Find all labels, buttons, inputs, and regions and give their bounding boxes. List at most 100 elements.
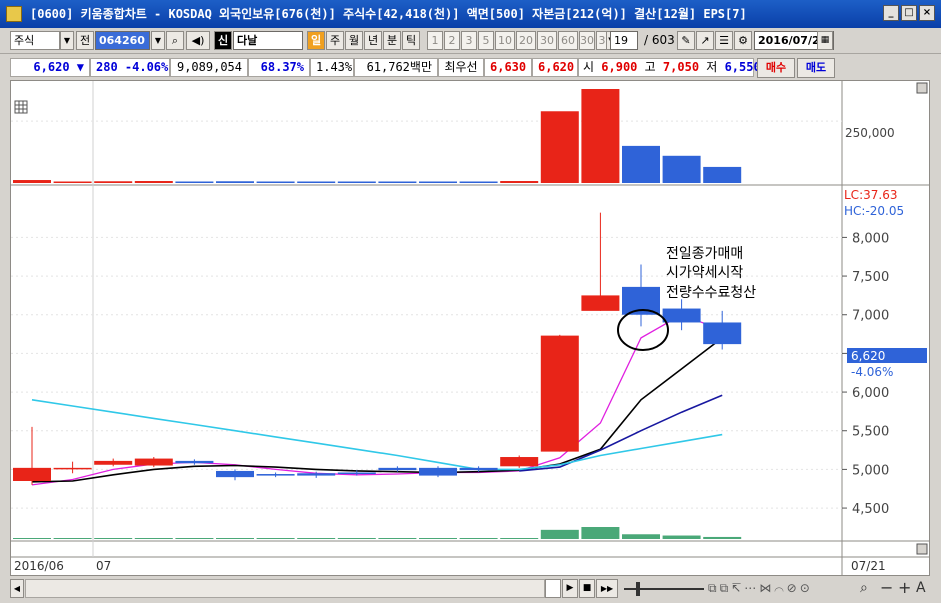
play-button[interactable]: ▶ — [562, 579, 578, 598]
period-button-minute[interactable]: 분 — [383, 31, 401, 50]
period-button-year[interactable]: 년 — [364, 31, 382, 50]
minute-button-1[interactable]: 1 — [427, 31, 443, 50]
credit-badge: 신 — [214, 31, 232, 50]
horizontal-scrollbar[interactable] — [25, 579, 545, 598]
chart-area[interactable]: 8,0007,5007,0006,5006,0005,5005,0004,500… — [10, 80, 930, 576]
window-title: [0600] 키움종합차트 - KOSDAQ 외국인보유[676(천)] 주식수… — [30, 7, 747, 21]
stock-code-dropdown-icon[interactable]: ▼ — [151, 31, 165, 50]
bottom-volume-bar — [662, 535, 701, 539]
candle-body — [662, 308, 701, 323]
bottom-volume-bar — [53, 538, 92, 539]
candle-body — [175, 460, 214, 464]
volume-bar — [337, 181, 376, 183]
market-type-select[interactable]: 주식 — [10, 31, 60, 50]
bottom-volume-bar — [13, 538, 51, 539]
stop-button[interactable]: ■ — [579, 579, 595, 598]
minute-button-60[interactable]: 60 — [558, 31, 578, 50]
auto-scale-icon[interactable]: A — [916, 580, 926, 596]
price-tick-label: 7,500 — [852, 270, 889, 285]
annotation-line-3: 전량수수료청산 — [666, 285, 756, 301]
bottom-volume-bar — [297, 538, 336, 539]
trade-amount: 61,762백만 — [354, 58, 438, 77]
bottom-volume-bar — [175, 538, 214, 539]
candle-body — [581, 295, 620, 311]
bottom-volume-bar — [337, 538, 376, 539]
count-input[interactable]: 19 — [610, 31, 638, 50]
settings-gear-icon[interactable]: ⚙ — [734, 31, 752, 50]
price-tick-label: 7,000 — [852, 309, 889, 324]
volume-bar — [256, 181, 295, 183]
bottom-volume-bar — [134, 538, 173, 539]
app-icon — [6, 6, 22, 22]
drawing-tools-icon[interactable]: ⧉⧉↸⋯⋈⌒⊘⊙ — [708, 581, 813, 596]
search-icon[interactable]: ⌕ — [166, 31, 184, 50]
prev-button[interactable]: 전 — [76, 31, 94, 50]
candle-body — [337, 472, 376, 475]
tool-trend-icon[interactable]: ↗ — [696, 31, 714, 50]
candle-body — [13, 467, 51, 481]
chart-svg[interactable]: 8,0007,5007,0006,5006,0005,5005,0004,500… — [11, 81, 929, 575]
volume-bar — [216, 181, 254, 183]
annotation-circle — [617, 309, 669, 351]
toolbar: 주식 ▼ 전 064260 ▼ ⌕ ◀) 신 다날 일 주 월 년 분 틱 1 … — [0, 28, 941, 54]
price-tick-label: 6,000 — [852, 386, 889, 401]
price-tick-label: 4,500 — [852, 502, 889, 517]
period-button-week[interactable]: 주 — [326, 31, 344, 50]
scroll-thumb[interactable] — [545, 579, 561, 598]
bottom-volume-bar — [419, 538, 457, 539]
candle-body — [419, 467, 457, 476]
candle-body — [134, 458, 173, 466]
candle-body — [703, 322, 742, 345]
grid-toggle-icon[interactable] — [14, 100, 28, 114]
volume-panel-close-button[interactable] — [916, 82, 928, 94]
bottom-panel-close-button[interactable] — [916, 543, 928, 555]
minute-button-30[interactable]: 30 — [537, 31, 557, 50]
fast-forward-button[interactable]: ▶▶ — [596, 579, 618, 598]
volume-bar — [703, 166, 742, 183]
tool-list-icon[interactable]: ☰ — [715, 31, 733, 50]
bottom-volume-bar — [216, 538, 254, 539]
trade-volume: 9,089,054 — [170, 58, 248, 77]
axis-panel — [842, 81, 929, 575]
tool-crosshair-icon[interactable]: ✎ — [677, 31, 695, 50]
ohlc-summary: 시 6,900 고 7,050 저 6,550 — [578, 58, 761, 77]
minute-button-10[interactable]: 10 — [495, 31, 515, 50]
volume-bar — [378, 181, 417, 183]
volume-bar — [94, 181, 133, 183]
zoom-search-icon[interactable]: ⌕ — [860, 580, 868, 596]
stock-name-field[interactable]: 다날 — [233, 31, 303, 50]
zoom-slider-handle[interactable] — [636, 582, 640, 596]
bottom-volume-bar — [378, 538, 417, 539]
candle-body — [540, 335, 579, 452]
close-button[interactable]: × — [919, 5, 935, 21]
minute-button-2[interactable]: 2 — [444, 31, 460, 50]
scroll-left-icon[interactable]: ◀ — [10, 579, 24, 598]
period-button-month[interactable]: 월 — [345, 31, 363, 50]
minute-button-5[interactable]: 5 — [478, 31, 494, 50]
price-tick-label: 5,500 — [852, 425, 889, 440]
minimize-button[interactable]: _ — [883, 5, 899, 21]
calendar-icon[interactable]: ▦ — [817, 31, 833, 50]
period-button-day[interactable]: 일 — [307, 31, 325, 50]
price-tick-label: 5,000 — [852, 463, 889, 478]
annotation-line-1: 전일종가매매 — [666, 246, 743, 262]
period-button-tick[interactable]: 틱 — [402, 31, 420, 50]
current-change-label: -4.06% — [851, 365, 893, 379]
candle-body — [94, 460, 133, 465]
lc-label: LC:37.63 — [844, 188, 897, 202]
market-type-dropdown-icon[interactable]: ▼ — [60, 31, 74, 50]
stock-code-input[interactable]: 064260 — [95, 31, 150, 50]
count-total: / 603 — [644, 33, 675, 47]
sell-button[interactable]: 매도 — [797, 58, 835, 78]
minute-button-20[interactable]: 20 — [516, 31, 536, 50]
maximize-button[interactable]: □ — [901, 5, 917, 21]
bottom-volume-bar — [256, 538, 295, 539]
zoom-out-icon[interactable]: − — [880, 578, 893, 597]
candle-body — [216, 470, 254, 478]
zoom-in-icon[interactable]: + — [898, 578, 911, 597]
minute-button-3[interactable]: 3 — [461, 31, 477, 50]
buy-button[interactable]: 매수 — [757, 58, 795, 78]
candle-body — [297, 473, 336, 476]
speaker-icon[interactable]: ◀) — [186, 31, 210, 50]
minute-button-custom[interactable]: 30 — [579, 31, 595, 50]
